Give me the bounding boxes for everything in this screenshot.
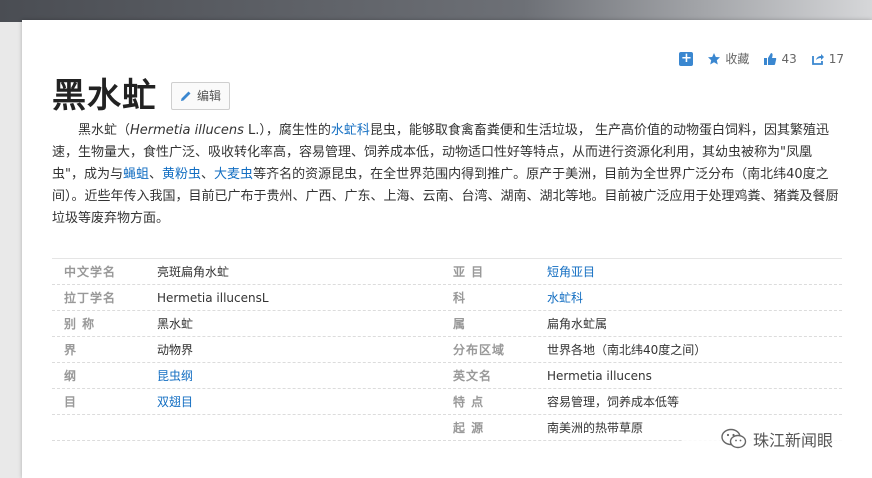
page-title: 黑水虻 — [52, 76, 157, 116]
edit-label: 编辑 — [197, 89, 222, 103]
summary-text: 黑水虻（ — [78, 123, 131, 138]
favorite-label: 收藏 — [725, 52, 750, 66]
info-value-link[interactable]: 短角亚目 — [547, 263, 595, 280]
link-mealworm[interactable]: 黄粉虫 — [162, 167, 201, 182]
info-value-link[interactable]: 水虻科 — [547, 289, 583, 306]
pencil-icon — [181, 91, 191, 101]
add-button[interactable]: + — [679, 50, 694, 66]
browser-background — [0, 0, 872, 22]
latin-name: Hermetia illucens — [130, 123, 244, 138]
info-row: 拉丁学名 Hermetia illucensL 科 水虻科 — [52, 285, 842, 311]
share-icon — [811, 53, 824, 65]
info-value: 动物界 — [157, 343, 194, 357]
link-family[interactable]: 水虻科 — [331, 123, 370, 138]
action-toolbar: + 收藏 43 17 — [665, 50, 844, 67]
info-label: 拉丁学名 — [64, 291, 117, 305]
info-value: Hermetia illucensL — [157, 290, 269, 305]
like-button[interactable]: 43 — [763, 51, 797, 66]
info-value-link[interactable]: 昆虫纲 — [157, 367, 193, 384]
separator: 、 — [149, 167, 163, 182]
share-button[interactable]: 17 — [811, 52, 844, 66]
info-label: 起 源 — [453, 421, 485, 435]
info-row: 中文学名 亮斑扁角水虻 亚 目 短角亚目 — [52, 259, 842, 285]
thumbs-up-icon — [764, 52, 777, 65]
info-cell-left: 别 称 黑水虻 — [52, 311, 447, 336]
info-cell-right: 亚 目 短角亚目 — [447, 259, 842, 284]
summary-paragraph: 黑水虻（Hermetia illucens L.），腐生性的水虻科昆虫，能够取食… — [52, 120, 842, 230]
basic-info-table: 中文学名 亮斑扁角水虻 亚 目 短角亚目 拉丁学名 Hermetia illuc… — [52, 258, 842, 441]
summary-text: L.），腐生性的 — [243, 123, 331, 138]
info-value: 容易管理，饲养成本低等 — [547, 395, 680, 409]
title-row: 黑水虻 编辑 — [52, 68, 231, 117]
info-cell-left — [52, 415, 447, 440]
info-label: 分布区域 — [453, 343, 506, 357]
info-label: 特 点 — [453, 395, 485, 409]
plus-icon: + — [679, 50, 694, 66]
watermark: 珠江新闻眼 — [682, 424, 872, 454]
info-cell-right: 特 点 容易管理，饲养成本低等 — [447, 389, 842, 414]
info-label: 纲 — [64, 369, 78, 383]
info-cell-right: 分布区域 世界各地（南北纬40度之间） — [447, 337, 842, 362]
info-label: 亚 目 — [453, 265, 485, 279]
info-cell-right: 科 水虻科 — [447, 285, 842, 310]
favorite-button[interactable]: 收藏 — [707, 50, 749, 67]
info-label: 属 — [453, 317, 467, 331]
info-value: 世界各地（南北纬40度之间） — [547, 343, 707, 357]
separator: 、 — [201, 167, 215, 182]
info-value: 亮斑扁角水虻 — [157, 265, 230, 279]
info-cell-right: 英文名 Hermetia illucens — [447, 363, 842, 388]
info-row: 纲 昆虫纲 英文名 Hermetia illucens — [52, 363, 842, 389]
info-value: 扁角水虻属 — [547, 317, 608, 331]
info-row: 目 双翅目 特 点 容易管理，饲养成本低等 — [52, 389, 842, 415]
info-row: 别 称 黑水虻 属 扁角水虻属 — [52, 311, 842, 337]
edit-button[interactable]: 编辑 — [171, 81, 231, 110]
wechat-icon — [721, 428, 747, 449]
link-maggot[interactable]: 蝇蛆 — [123, 167, 149, 182]
link-superworm[interactable]: 大麦虫 — [214, 167, 253, 182]
share-count: 17 — [828, 51, 844, 66]
info-cell-left: 纲 昆虫纲 — [52, 363, 447, 388]
info-value: 南美洲的热带草原 — [547, 421, 644, 435]
like-count: 43 — [781, 51, 797, 66]
info-cell-left: 拉丁学名 Hermetia illucensL — [52, 285, 447, 310]
info-cell-left: 目 双翅目 — [52, 389, 447, 414]
info-cell-left: 中文学名 亮斑扁角水虻 — [52, 259, 447, 284]
info-cell-right: 属 扁角水虻属 — [447, 311, 842, 336]
info-label: 别 称 — [64, 317, 96, 331]
star-icon — [708, 52, 721, 64]
info-label: 中文学名 — [64, 265, 117, 279]
encyclopedia-page: + 收藏 43 17 黑水虻 编辑 黑水虻（Hermetia illucens … — [22, 20, 872, 478]
info-label: 科 — [453, 291, 467, 305]
info-value-link[interactable]: 双翅目 — [157, 393, 193, 410]
info-value: 黑水虻 — [157, 317, 194, 331]
info-label: 目 — [64, 395, 78, 409]
info-value: Hermetia illucens — [547, 368, 652, 383]
info-label: 界 — [64, 343, 78, 357]
info-cell-left: 界 动物界 — [52, 337, 447, 362]
watermark-text: 珠江新闻眼 — [752, 431, 833, 450]
info-row: 界 动物界 分布区域 世界各地（南北纬40度之间） — [52, 337, 842, 363]
info-label: 英文名 — [453, 369, 493, 383]
